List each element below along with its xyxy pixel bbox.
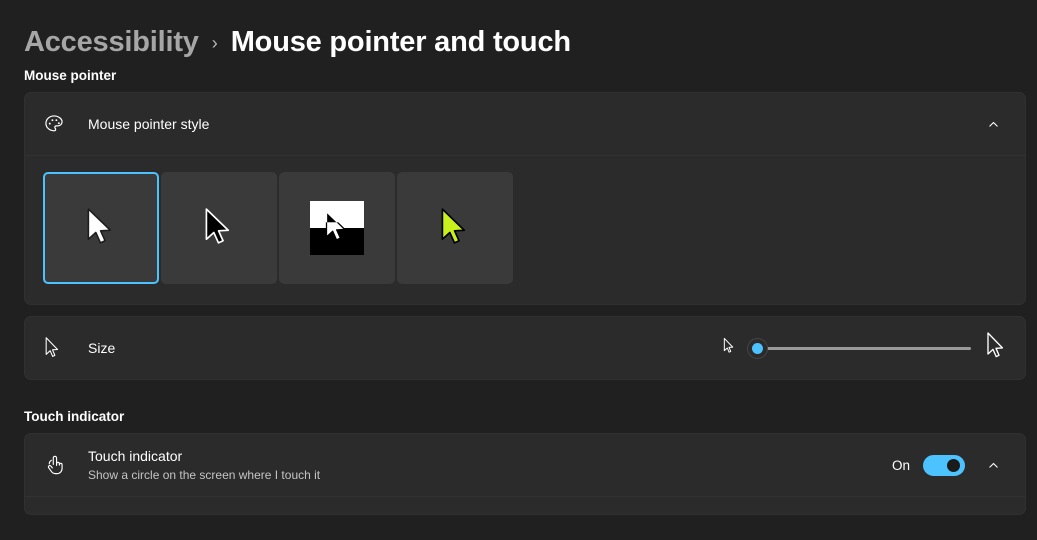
breadcrumb-parent-link[interactable]: Accessibility xyxy=(24,26,199,59)
touch-tap-icon xyxy=(43,453,73,477)
touch-indicator-actions: On xyxy=(892,450,1008,480)
pointer-style-tile-white[interactable] xyxy=(43,172,159,284)
mouse-pointer-size-row: Size xyxy=(25,317,1025,379)
slider-thumb-dot xyxy=(752,342,763,354)
breadcrumb: Accessibility › Mouse pointer and touch xyxy=(24,0,1026,68)
slider-thumb[interactable] xyxy=(747,337,768,359)
pointer-style-tile-custom[interactable] xyxy=(397,172,513,284)
pointer-style-tiles xyxy=(25,155,1025,304)
toggle-knob xyxy=(947,458,960,472)
chevron-up-icon[interactable] xyxy=(978,450,1008,480)
section-heading-touch-indicator: Touch indicator xyxy=(24,409,125,424)
pointer-outline-icon xyxy=(43,336,73,360)
toggle-state-label: On xyxy=(891,457,910,473)
inverted-pointer-preview xyxy=(310,201,364,255)
touch-indicator-subtitle: Show a circle on the screen where I touc… xyxy=(88,467,321,482)
large-pointer-icon xyxy=(984,331,1008,366)
size-slider[interactable] xyxy=(747,337,971,359)
mouse-pointer-style-row[interactable]: Mouse pointer style xyxy=(25,93,1025,155)
size-row-text: Size xyxy=(88,339,722,358)
touch-indicator-toggle[interactable] xyxy=(923,454,965,476)
mouse-pointer-style-card: Mouse pointer style xyxy=(24,92,1026,305)
touch-indicator-title: Touch indicator xyxy=(88,447,183,464)
pointer-style-tile-black[interactable] xyxy=(161,172,277,284)
custom-color-pointer-icon xyxy=(441,208,466,244)
mouse-pointer-size-card: Size xyxy=(24,316,1026,380)
mouse-pointer-style-text: Mouse pointer style xyxy=(88,115,978,134)
small-pointer-icon xyxy=(722,337,736,360)
touch-indicator-card: Touch indicator Show a circle on the scr… xyxy=(24,433,1026,515)
page-title: Mouse pointer and touch xyxy=(230,25,571,58)
settings-page: Accessibility › Mouse pointer and touch … xyxy=(0,0,1037,540)
size-label: Size xyxy=(88,339,116,356)
white-pointer-icon xyxy=(87,208,112,244)
black-pointer-icon xyxy=(205,208,230,244)
size-slider-group xyxy=(722,331,1008,366)
touch-indicator-text: Touch indicator Show a circle on the scr… xyxy=(88,447,892,484)
touch-indicator-expanded-row xyxy=(25,496,1025,514)
touch-indicator-row: Touch indicator Show a circle on the scr… xyxy=(25,434,1025,496)
slider-track xyxy=(749,346,971,350)
palette-icon xyxy=(43,113,73,135)
inverted-pointer-icon xyxy=(325,211,346,241)
pointer-style-tile-inverted[interactable] xyxy=(279,172,395,284)
mouse-pointer-style-actions xyxy=(978,109,1008,139)
mouse-pointer-style-title: Mouse pointer style xyxy=(88,115,210,132)
chevron-up-icon[interactable] xyxy=(978,109,1008,139)
section-heading-mouse-pointer: Mouse pointer xyxy=(24,68,117,83)
breadcrumb-separator-icon: › xyxy=(211,32,218,53)
